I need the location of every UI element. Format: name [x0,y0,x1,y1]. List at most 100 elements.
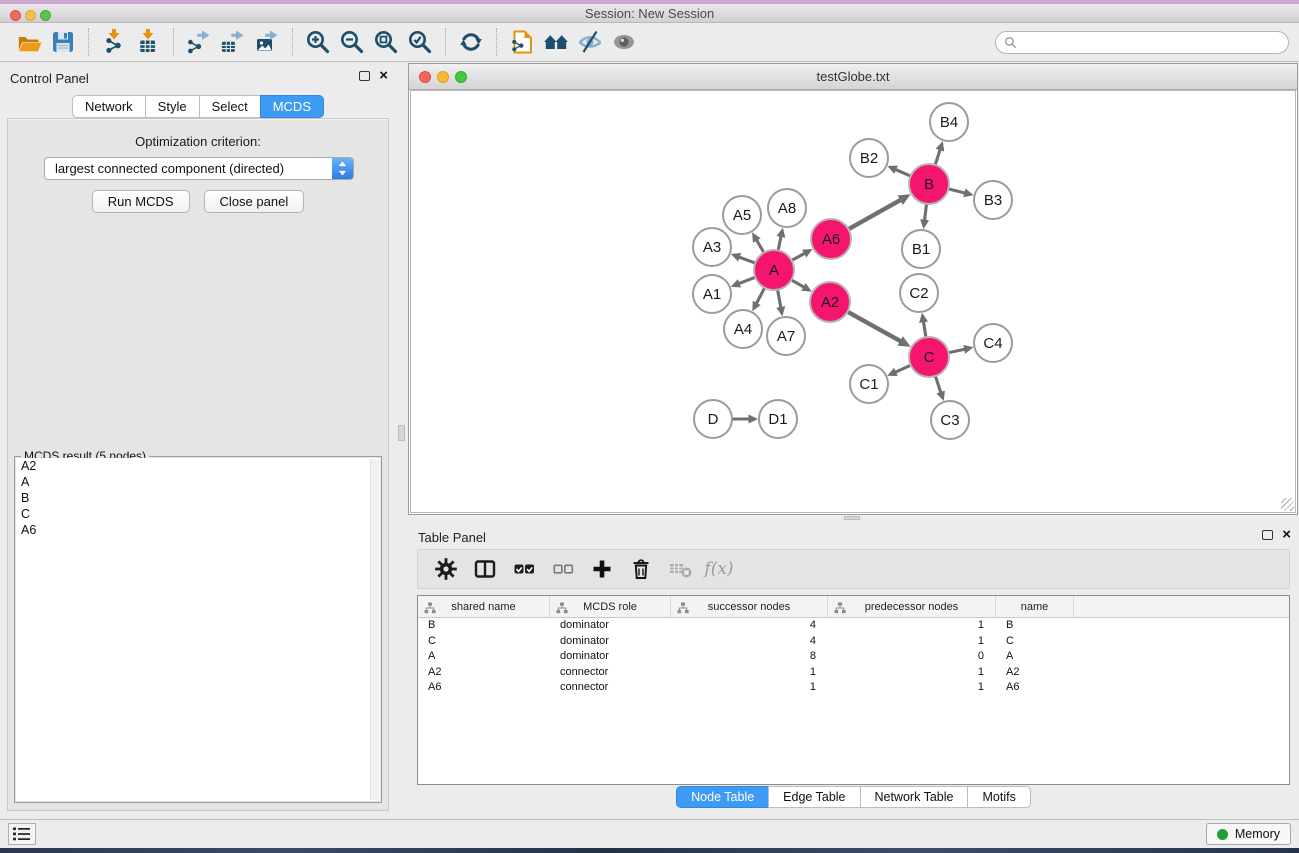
open-file-icon[interactable] [12,26,46,58]
tab-style[interactable]: Style [145,95,200,118]
tab-network[interactable]: Network [72,95,146,118]
table-cell[interactable]: connector [550,680,671,696]
graph-node-D1[interactable]: D1 [759,400,797,438]
graph-node-C2[interactable]: C2 [900,274,938,312]
delete-icon[interactable] [627,555,655,583]
table-cell[interactable]: 0 [828,649,996,665]
graph-node-C4[interactable]: C4 [974,324,1012,362]
import-network-icon[interactable] [97,26,131,58]
show-details-icon[interactable] [607,26,641,58]
graph-node-C[interactable]: C [909,337,949,377]
deselect-all-icon[interactable] [549,555,577,583]
graph-node-B2[interactable]: B2 [850,139,888,177]
table-cell[interactable]: A6 [996,680,1074,696]
tab-mcds[interactable]: MCDS [260,95,324,118]
split-columns-icon[interactable] [471,555,499,583]
table-cell[interactable]: dominator [550,634,671,650]
column-header-shared-name[interactable]: shared name [418,596,550,617]
mcds-result-list[interactable]: A2ABCA6 [16,458,380,801]
criterion-dropdown[interactable]: largest connected component (directed) [44,157,354,180]
column-header-name[interactable]: name [996,596,1074,617]
result-item[interactable]: A [16,474,380,490]
table-row[interactable]: A2connector11A2 [418,665,1289,681]
graph-node-A3[interactable]: A3 [693,228,731,266]
memory-button[interactable]: Memory [1206,823,1291,845]
network-canvas[interactable]: AA1A2A3A4A5A6A7A8BB1B2B3B4CC1C2C3C4DD1 [410,90,1296,513]
graph-node-A[interactable]: A [754,250,794,290]
home-icon[interactable] [539,26,573,58]
close-panel-icon[interactable]: × [379,70,388,82]
table-row[interactable]: A6connector11A6 [418,680,1289,696]
table-cell[interactable]: A [996,649,1074,665]
network-file-icon[interactable] [505,26,539,58]
column-header-predecessor-nodes[interactable]: predecessor nodes [828,596,996,617]
tab-select[interactable]: Select [199,95,261,118]
table-cell[interactable]: 1 [671,680,828,696]
column-header-successor-nodes[interactable]: successor nodes [671,596,828,617]
table-cell[interactable]: 1 [671,665,828,681]
result-item[interactable]: C [16,506,380,522]
refresh-icon[interactable] [454,26,488,58]
table-cell[interactable]: B [418,618,550,634]
tab-network-table[interactable]: Network Table [860,786,969,808]
float-panel-icon[interactable] [359,71,370,81]
add-icon[interactable] [588,555,616,583]
graph-node-A6[interactable]: A6 [811,219,851,259]
horizontal-splitter-handle[interactable] [844,516,860,520]
graph-node-A5[interactable]: A5 [723,196,761,234]
table-cell[interactable]: 1 [828,665,996,681]
table-cell[interactable]: connector [550,665,671,681]
zoom-in-icon[interactable] [301,26,335,58]
gear-icon[interactable] [432,555,460,583]
graph-node-C3[interactable]: C3 [931,401,969,439]
table-cell[interactable]: A2 [996,665,1074,681]
vertical-splitter-handle[interactable] [398,425,405,441]
task-history-button[interactable] [8,823,36,845]
table-close-panel-icon[interactable]: × [1282,529,1291,541]
graph-node-A2[interactable]: A2 [810,282,850,322]
zoom-selected-icon[interactable] [403,26,437,58]
zoom-fit-icon[interactable] [369,26,403,58]
table-cell[interactable]: 4 [671,618,828,634]
search-box[interactable] [995,31,1289,54]
tab-node-table[interactable]: Node Table [676,786,769,808]
select-all-icon[interactable] [510,555,538,583]
table-cell[interactable]: dominator [550,618,671,634]
network-window-titlebar[interactable]: testGlobe.txt [409,64,1297,90]
graph-node-A8[interactable]: A8 [768,189,806,227]
table-float-panel-icon[interactable] [1262,530,1273,540]
hide-details-icon[interactable] [573,26,607,58]
tab-edge-table[interactable]: Edge Table [768,786,860,808]
export-image-icon[interactable] [250,26,284,58]
table-cell[interactable]: 4 [671,634,828,650]
table-cell[interactable]: 1 [828,618,996,634]
search-input[interactable] [1022,35,1280,51]
graph-node-D[interactable]: D [694,400,732,438]
tab-motifs[interactable]: Motifs [967,786,1030,808]
graph-node-A1[interactable]: A1 [693,275,731,313]
table-row[interactable]: Bdominator41B [418,618,1289,634]
graph-node-B4[interactable]: B4 [930,103,968,141]
graph-node-B1[interactable]: B1 [902,230,940,268]
table-cell[interactable]: A [418,649,550,665]
graph-node-A4[interactable]: A4 [724,310,762,348]
result-scrollbar[interactable] [370,459,379,800]
export-network-icon[interactable] [182,26,216,58]
result-item[interactable]: A6 [16,522,380,538]
column-header-mcds-role[interactable]: MCDS role [550,596,671,617]
table-cell[interactable]: C [996,634,1074,650]
table-cell[interactable]: 1 [828,680,996,696]
table-cell[interactable]: A6 [418,680,550,696]
result-item[interactable]: A2 [16,458,380,474]
resize-grip-icon[interactable] [1281,498,1294,511]
close-panel-button[interactable]: Close panel [204,190,305,213]
graph-node-B3[interactable]: B3 [974,181,1012,219]
graph-node-B[interactable]: B [909,164,949,204]
save-session-icon[interactable] [46,26,80,58]
result-item[interactable]: B [16,490,380,506]
graph-node-A7[interactable]: A7 [767,317,805,355]
zoom-out-icon[interactable] [335,26,369,58]
export-table-icon[interactable] [216,26,250,58]
table-cell[interactable]: B [996,618,1074,634]
vertical-splitter[interactable] [396,62,408,819]
